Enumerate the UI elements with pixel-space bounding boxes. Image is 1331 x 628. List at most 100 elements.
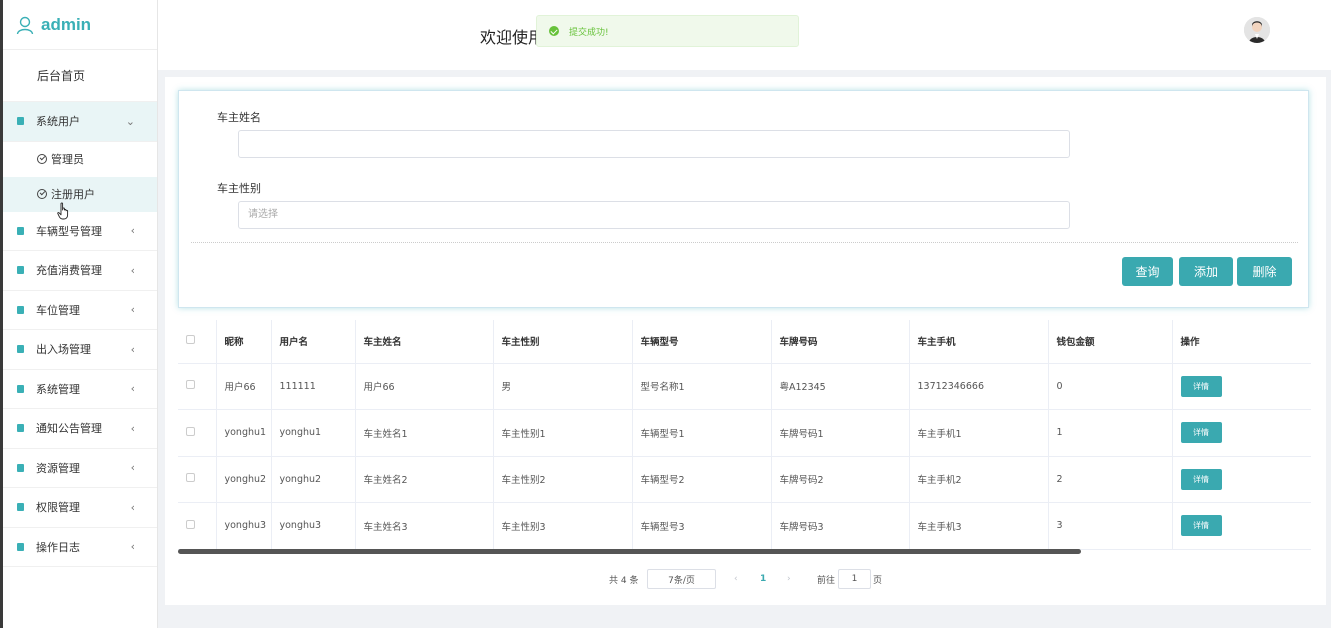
sidebar-item-vehicle-models[interactable]: 车辆型号管理 ‹ — [3, 212, 157, 251]
column-header[interactable]: 用户名 — [271, 320, 356, 364]
sidebar-item-label: 出入场管理 — [36, 343, 91, 357]
sidebar-item-recharge[interactable]: 充值消费管理 ‹ — [3, 251, 157, 291]
column-header[interactable]: 车主姓名 — [355, 320, 494, 364]
avatar-image — [1244, 17, 1270, 43]
chevron-down-icon: ⌄ — [125, 114, 135, 128]
brand[interactable]: admin — [3, 0, 157, 50]
document-icon — [17, 117, 24, 126]
sidebar-item-home[interactable]: 后台首页 — [3, 50, 157, 102]
cell-username: yonghu1 — [271, 409, 356, 457]
row-checkbox[interactable] — [186, 473, 195, 483]
table-row: yonghu3 yonghu3 车主姓名3 车主性别3 车辆型号3 车牌号码3 … — [178, 502, 1311, 550]
avatar[interactable] — [1244, 17, 1270, 43]
sidebar-item-permissions[interactable]: 权限管理 ‹ — [3, 488, 157, 528]
row-checkbox[interactable] — [186, 380, 195, 390]
sidebar-item-label: 资源管理 — [36, 461, 80, 475]
detail-button[interactable]: 详情 — [1180, 375, 1222, 397]
sidebar-item-parking-spots[interactable]: 车位管理 ‹ — [3, 291, 157, 330]
document-icon — [17, 463, 24, 472]
next-page-button[interactable]: › — [787, 569, 791, 589]
cell-nickname: 用户66 — [216, 363, 272, 410]
pagination-total: 共 4 条 — [609, 575, 639, 586]
detail-button[interactable]: 详情 — [1180, 422, 1222, 444]
column-header[interactable]: 车主手机 — [909, 320, 1049, 364]
chevron-left-icon: ‹ — [130, 500, 135, 514]
delete-button[interactable]: 删除 — [1237, 257, 1292, 286]
row-select-cell — [178, 456, 217, 503]
column-header[interactable]: 昵称 — [216, 320, 272, 364]
column-header[interactable]: 车牌号码 — [771, 320, 910, 364]
form-divider — [191, 242, 1298, 243]
success-icon — [549, 26, 559, 36]
sidebar-subitem-registered-users[interactable]: 注册用户 — [3, 176, 157, 212]
cell-actions: 详情 — [1172, 456, 1311, 503]
cell-owner-phone: 车主手机1 — [909, 409, 1049, 457]
document-icon — [17, 226, 24, 235]
document-icon — [17, 266, 24, 275]
cell-owner-name: 车主姓名3 — [355, 502, 494, 550]
column-header[interactable]: 车主性别 — [493, 320, 633, 364]
detail-button[interactable]: 详情 — [1180, 468, 1222, 490]
sidebar: admin 后台首页 系统用户 ⌄ 管理员 注册用户 车辆型号管理 ‹ 充值消费… — [3, 0, 158, 628]
cell-vehicle-model: 车辆型号2 — [632, 456, 772, 503]
chevron-left-icon: ‹ — [130, 382, 135, 396]
user-icon — [16, 16, 34, 34]
row-checkbox[interactable] — [186, 426, 195, 436]
cell-actions: 详情 — [1172, 502, 1311, 550]
prev-page-button[interactable]: ‹ — [734, 569, 738, 589]
cell-plate-number: 粤A12345 — [771, 363, 910, 410]
table-row: yonghu2 yonghu2 车主姓名2 车主性别2 车辆型号2 车牌号码2 … — [178, 456, 1311, 503]
sidebar-item-label: 系统管理 — [36, 382, 80, 396]
cell-plate-number: 车牌号码2 — [771, 456, 910, 503]
goto-page-input[interactable]: 1 — [838, 569, 871, 589]
sidebar-item-label: 车辆型号管理 — [36, 224, 102, 238]
chevron-left-icon: ‹ — [130, 540, 135, 554]
table-horizontal-scrollbar[interactable] — [178, 549, 1081, 554]
row-checkbox[interactable] — [186, 519, 195, 529]
cell-owner-gender: 车主性别3 — [493, 502, 633, 550]
cell-vehicle-model: 车辆型号1 — [632, 409, 772, 457]
table-header-row: 昵称 用户名 车主姓名 车主性别 车辆型号 车牌号码 车主手机 钱包金额 操作 — [178, 320, 1311, 364]
user-table: 昵称 用户名 车主姓名 车主性别 车辆型号 车牌号码 车主手机 钱包金额 操作 … — [178, 320, 1311, 552]
select-all-cell — [178, 320, 217, 364]
cell-wallet: 2 — [1048, 456, 1173, 503]
sidebar-item-system-users[interactable]: 系统用户 ⌄ — [3, 102, 157, 142]
sidebar-item-label: 车位管理 — [36, 303, 80, 317]
document-icon — [17, 424, 24, 433]
sidebar-item-entry-exit[interactable]: 出入场管理 ‹ — [3, 330, 157, 370]
page-number-current[interactable]: 1 — [760, 569, 766, 589]
select-all-checkbox[interactable] — [186, 335, 195, 345]
page-size-select[interactable]: 7条/页 — [647, 569, 716, 589]
cell-username: yonghu3 — [271, 502, 356, 550]
query-button[interactable]: 查询 — [1122, 257, 1173, 286]
sidebar-item-system-management[interactable]: 系统管理 ‹ — [3, 370, 157, 409]
page-suffix: 页 — [873, 575, 883, 586]
sidebar-item-label: 权限管理 — [36, 501, 80, 515]
sidebar-item-resources[interactable]: 资源管理 ‹ — [3, 449, 157, 488]
main-content: 车主姓名 车主性别 请选择 查询 添加 删除 昵称 用户名 车主姓名 车主性别 … — [165, 77, 1326, 605]
owner-gender-select[interactable]: 请选择 — [238, 201, 1070, 229]
sidebar-subitem-admins[interactable]: 管理员 — [3, 142, 157, 177]
sidebar-subitem-label: 管理员 — [51, 153, 84, 166]
row-select-cell — [178, 409, 217, 457]
cell-nickname: yonghu3 — [216, 502, 272, 550]
document-icon — [17, 542, 24, 551]
sidebar-item-label: 充值消费管理 — [36, 264, 102, 278]
column-header[interactable]: 钱包金额 — [1048, 320, 1173, 364]
detail-button[interactable]: 详情 — [1180, 515, 1222, 537]
chevron-left-icon: ‹ — [130, 342, 135, 356]
row-select-cell — [178, 502, 217, 550]
add-button[interactable]: 添加 — [1179, 257, 1233, 286]
cell-owner-gender: 男 — [493, 363, 633, 410]
cell-wallet: 3 — [1048, 502, 1173, 550]
sidebar-item-operation-logs[interactable]: 操作日志 ‹ — [3, 528, 157, 567]
success-toast: 提交成功! — [536, 15, 799, 47]
cell-plate-number: 车牌号码3 — [771, 502, 910, 550]
document-icon — [17, 384, 24, 393]
toast-message: 提交成功! — [569, 27, 609, 38]
owner-gender-label: 车主性别 — [217, 182, 261, 195]
sidebar-item-announcements[interactable]: 通知公告管理 ‹ — [3, 409, 157, 449]
owner-name-input[interactable] — [238, 130, 1070, 158]
document-icon — [17, 345, 24, 354]
column-header[interactable]: 车辆型号 — [632, 320, 772, 364]
